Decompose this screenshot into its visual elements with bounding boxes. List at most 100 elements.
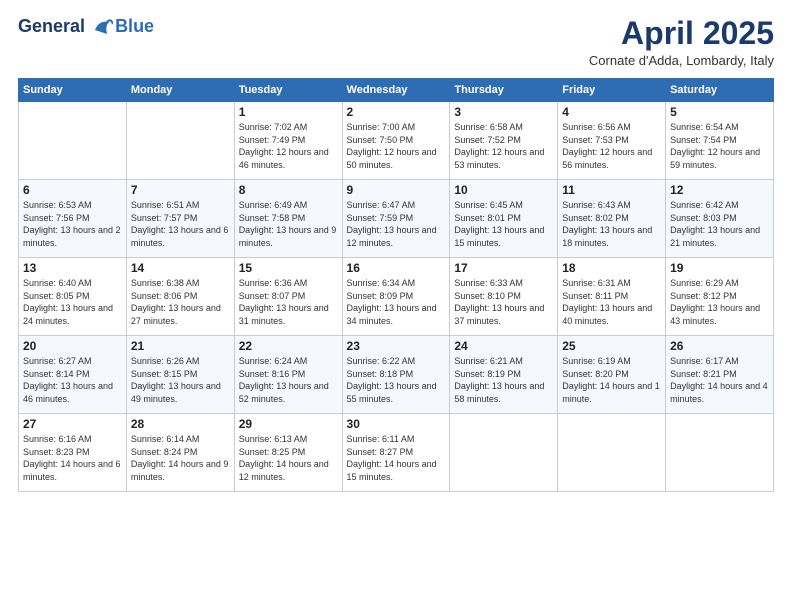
logo-icon bbox=[91, 16, 113, 38]
month-title: April 2025 bbox=[589, 16, 774, 51]
day-number: 3 bbox=[454, 105, 553, 119]
title-block: April 2025 Cornate d'Adda, Lombardy, Ita… bbox=[589, 16, 774, 68]
day-number: 8 bbox=[239, 183, 338, 197]
day-number: 27 bbox=[23, 417, 122, 431]
calendar-cell: 29Sunrise: 6:13 AM Sunset: 8:25 PM Dayli… bbox=[234, 414, 342, 492]
calendar-cell: 26 Sunrise: 6:17 AM Sunset: 8:21 PM Dayli… bbox=[666, 336, 774, 414]
calendar-cell: 25 Sunrise: 6:19 AM Sunset: 8:20 PM Dayli… bbox=[558, 336, 666, 414]
day-number: 13 bbox=[23, 261, 122, 275]
calendar-cell: 27 Sunrise: 6:16 AM Sunset: 8:23 PM Dayli… bbox=[19, 414, 127, 492]
day-info: Sunrise: 6:36 AM Sunset: 8:07 PM Dayligh… bbox=[239, 277, 338, 327]
calendar-cell: 24 Sunrise: 6:21 AM Sunset: 8:19 PM Dayli… bbox=[450, 336, 558, 414]
calendar: SundayMondayTuesdayWednesdayThursdayFrid… bbox=[18, 78, 774, 492]
day-number: 5 bbox=[670, 105, 769, 119]
logo-line1: General bbox=[18, 16, 85, 36]
day-info: Sunrise: 6:49 AM Sunset: 7:58 PM Dayligh… bbox=[239, 199, 338, 249]
calendar-cell: 30Sunrise: 6:11 AM Sunset: 8:27 PM Dayli… bbox=[342, 414, 450, 492]
calendar-cell: 17Sunrise: 6:33 AM Sunset: 8:10 PM Dayli… bbox=[450, 258, 558, 336]
day-info: Sunrise: 6:51 AM Sunset: 7:57 PM Dayligh… bbox=[131, 199, 230, 249]
calendar-cell bbox=[666, 414, 774, 492]
weekday-header-row: SundayMondayTuesdayWednesdayThursdayFrid… bbox=[19, 79, 774, 102]
day-number: 4 bbox=[562, 105, 661, 119]
week-row-4: 27 Sunrise: 6:16 AM Sunset: 8:23 PM Dayli… bbox=[19, 414, 774, 492]
day-info: Sunrise: 6:14 AM Sunset: 8:24 PM Dayligh… bbox=[131, 433, 230, 483]
weekday-header-saturday: Saturday bbox=[666, 79, 774, 102]
day-number: 12 bbox=[670, 183, 769, 197]
day-number: 24 bbox=[454, 339, 553, 353]
day-info: Sunrise: 6:33 AM Sunset: 8:10 PM Dayligh… bbox=[454, 277, 553, 327]
day-info: Sunrise: 6:26 AM Sunset: 8:15 PM Dayligh… bbox=[131, 355, 230, 405]
day-number: 15 bbox=[239, 261, 338, 275]
day-number: 30 bbox=[347, 417, 446, 431]
day-number: 6 bbox=[23, 183, 122, 197]
day-info: Sunrise: 6:34 AM Sunset: 8:09 PM Dayligh… bbox=[347, 277, 446, 327]
day-number: 14 bbox=[131, 261, 230, 275]
day-number: 26 bbox=[670, 339, 769, 353]
calendar-cell: 7 Sunrise: 6:51 AM Sunset: 7:57 PM Daylig… bbox=[126, 180, 234, 258]
day-info: Sunrise: 6:53 AM Sunset: 7:56 PM Dayligh… bbox=[23, 199, 122, 249]
logo-text: General bbox=[18, 16, 113, 38]
day-info: Sunrise: 6:16 AM Sunset: 8:23 PM Dayligh… bbox=[23, 433, 122, 483]
day-info: Sunrise: 6:45 AM Sunset: 8:01 PM Dayligh… bbox=[454, 199, 553, 249]
day-info: Sunrise: 6:22 AM Sunset: 8:18 PM Dayligh… bbox=[347, 355, 446, 405]
calendar-cell: 11 Sunrise: 6:43 AM Sunset: 8:02 PM Dayli… bbox=[558, 180, 666, 258]
day-info: Sunrise: 6:21 AM Sunset: 8:19 PM Dayligh… bbox=[454, 355, 553, 405]
calendar-cell bbox=[19, 102, 127, 180]
logo-line2: Blue bbox=[115, 17, 154, 37]
day-number: 28 bbox=[131, 417, 230, 431]
day-info: Sunrise: 7:00 AM Sunset: 7:50 PM Dayligh… bbox=[347, 121, 446, 171]
weekday-header-monday: Monday bbox=[126, 79, 234, 102]
calendar-cell: 23 Sunrise: 6:22 AM Sunset: 8:18 PM Dayli… bbox=[342, 336, 450, 414]
page: General Blue April 2025 Cornate d'Adda, … bbox=[0, 0, 792, 612]
day-number: 10 bbox=[454, 183, 553, 197]
calendar-cell: 9Sunrise: 6:47 AM Sunset: 7:59 PM Daylig… bbox=[342, 180, 450, 258]
day-number: 20 bbox=[23, 339, 122, 353]
calendar-cell: 12 Sunrise: 6:42 AM Sunset: 8:03 PM Dayli… bbox=[666, 180, 774, 258]
day-number: 22 bbox=[239, 339, 338, 353]
day-info: Sunrise: 6:58 AM Sunset: 7:52 PM Dayligh… bbox=[454, 121, 553, 171]
day-info: Sunrise: 6:19 AM Sunset: 8:20 PM Dayligh… bbox=[562, 355, 661, 405]
day-info: Sunrise: 6:38 AM Sunset: 8:06 PM Dayligh… bbox=[131, 277, 230, 327]
day-number: 11 bbox=[562, 183, 661, 197]
day-info: Sunrise: 6:24 AM Sunset: 8:16 PM Dayligh… bbox=[239, 355, 338, 405]
day-number: 25 bbox=[562, 339, 661, 353]
calendar-cell: 3 Sunrise: 6:58 AM Sunset: 7:52 PM Daylig… bbox=[450, 102, 558, 180]
weekday-header-tuesday: Tuesday bbox=[234, 79, 342, 102]
calendar-cell: 15 Sunrise: 6:36 AM Sunset: 8:07 PM Dayli… bbox=[234, 258, 342, 336]
day-info: Sunrise: 6:13 AM Sunset: 8:25 PM Dayligh… bbox=[239, 433, 338, 483]
calendar-cell: 2Sunrise: 7:00 AM Sunset: 7:50 PM Daylig… bbox=[342, 102, 450, 180]
day-info: Sunrise: 6:31 AM Sunset: 8:11 PM Dayligh… bbox=[562, 277, 661, 327]
week-row-2: 13Sunrise: 6:40 AM Sunset: 8:05 PM Dayli… bbox=[19, 258, 774, 336]
day-number: 16 bbox=[347, 261, 446, 275]
calendar-cell: 28 Sunrise: 6:14 AM Sunset: 8:24 PM Dayli… bbox=[126, 414, 234, 492]
day-info: Sunrise: 6:54 AM Sunset: 7:54 PM Dayligh… bbox=[670, 121, 769, 171]
calendar-cell: 13Sunrise: 6:40 AM Sunset: 8:05 PM Dayli… bbox=[19, 258, 127, 336]
week-row-3: 20 Sunrise: 6:27 AM Sunset: 8:14 PM Dayli… bbox=[19, 336, 774, 414]
day-number: 7 bbox=[131, 183, 230, 197]
calendar-cell: 8 Sunrise: 6:49 AM Sunset: 7:58 PM Daylig… bbox=[234, 180, 342, 258]
calendar-cell: 22 Sunrise: 6:24 AM Sunset: 8:16 PM Dayli… bbox=[234, 336, 342, 414]
calendar-cell: 1 Sunrise: 7:02 AM Sunset: 7:49 PM Daylig… bbox=[234, 102, 342, 180]
calendar-cell: 6 Sunrise: 6:53 AM Sunset: 7:56 PM Daylig… bbox=[19, 180, 127, 258]
calendar-cell: 10 Sunrise: 6:45 AM Sunset: 8:01 PM Dayli… bbox=[450, 180, 558, 258]
day-info: Sunrise: 6:29 AM Sunset: 8:12 PM Dayligh… bbox=[670, 277, 769, 327]
day-number: 18 bbox=[562, 261, 661, 275]
day-info: Sunrise: 6:17 AM Sunset: 8:21 PM Dayligh… bbox=[670, 355, 769, 405]
calendar-cell bbox=[450, 414, 558, 492]
calendar-cell: 21Sunrise: 6:26 AM Sunset: 8:15 PM Dayli… bbox=[126, 336, 234, 414]
calendar-cell bbox=[126, 102, 234, 180]
weekday-header-sunday: Sunday bbox=[19, 79, 127, 102]
weekday-header-thursday: Thursday bbox=[450, 79, 558, 102]
day-info: Sunrise: 6:47 AM Sunset: 7:59 PM Dayligh… bbox=[347, 199, 446, 249]
day-info: Sunrise: 6:42 AM Sunset: 8:03 PM Dayligh… bbox=[670, 199, 769, 249]
calendar-cell bbox=[558, 414, 666, 492]
day-info: Sunrise: 6:43 AM Sunset: 8:02 PM Dayligh… bbox=[562, 199, 661, 249]
day-number: 23 bbox=[347, 339, 446, 353]
calendar-cell: 14 Sunrise: 6:38 AM Sunset: 8:06 PM Dayli… bbox=[126, 258, 234, 336]
calendar-cell: 4 Sunrise: 6:56 AM Sunset: 7:53 PM Daylig… bbox=[558, 102, 666, 180]
day-number: 1 bbox=[239, 105, 338, 119]
day-info: Sunrise: 7:02 AM Sunset: 7:49 PM Dayligh… bbox=[239, 121, 338, 171]
weekday-header-wednesday: Wednesday bbox=[342, 79, 450, 102]
day-info: Sunrise: 6:27 AM Sunset: 8:14 PM Dayligh… bbox=[23, 355, 122, 405]
day-info: Sunrise: 6:56 AM Sunset: 7:53 PM Dayligh… bbox=[562, 121, 661, 171]
